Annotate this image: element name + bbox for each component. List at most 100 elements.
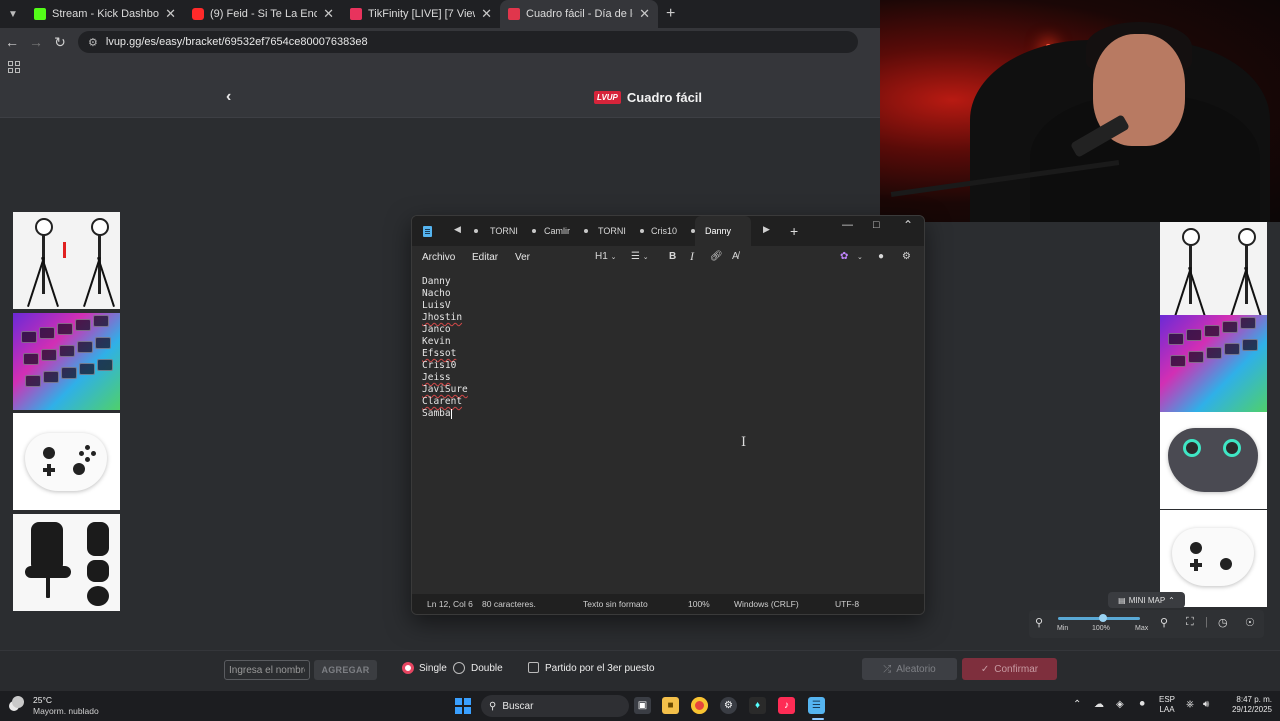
close-tab-icon[interactable]: ✕ [639,6,650,22]
zoom-slider-handle[interactable] [1099,614,1107,622]
status-format[interactable]: Texto sin formato [583,599,648,609]
heading-label: H1 [595,251,608,262]
link-icon[interactable]: 🔗︎ [710,251,723,262]
minimize-icon[interactable]: — [842,219,853,231]
bold-icon[interactable]: B [669,251,676,262]
key [23,353,39,365]
gear-icon[interactable]: ⚙ [902,251,911,262]
dpad [1194,559,1198,571]
chair-parts [87,560,109,582]
maximize-icon[interactable]: □ [873,219,880,231]
status-encoding[interactable]: UTF-8 [835,599,859,609]
participant-name-input[interactable] [224,660,310,680]
url-bar[interactable]: ⚙ lvup.gg/es/easy/bracket/69532ef7654ce8… [78,31,858,53]
key [93,315,109,327]
taskbar-search[interactable]: ⚲ Buscar [481,695,629,717]
random-button[interactable]: ⤮ Aleatorio [862,658,957,680]
zoom-value: 100% [1092,625,1110,632]
menu-edit[interactable]: Editar [472,252,498,263]
windows-start-icon[interactable] [455,698,471,714]
heading-dropdown[interactable]: H1 ⌄ [595,251,616,262]
status-zoom[interactable]: 100% [688,599,710,609]
language-indicator[interactable]: ESP LAA [1159,695,1175,715]
random-label: Aleatorio [896,663,936,675]
back-arrow-icon[interactable]: ← [0,34,24,50]
italic-icon[interactable]: I [690,249,694,264]
face-button [91,451,96,456]
single-radio[interactable] [402,662,414,674]
close-tab-icon[interactable]: ✕ [323,6,334,22]
system-clock[interactable]: 8:47 p. m. 29/12/2025 [1222,695,1272,715]
lvup-icon [508,8,520,20]
tiktok-icon[interactable]: ♪ [778,697,795,714]
webcam-feed [880,0,1280,222]
text-caret [450,408,452,419]
weather-temperature[interactable]: 25°C [33,695,52,705]
zoom-control: ⚲ Min 100% Max ⚲ ⛶ | ◷ ☉ [1029,610,1264,638]
task-view-icon[interactable]: ▣ [634,697,651,714]
microphone-icon[interactable]: ⚫ [1138,699,1146,710]
app-icon[interactable]: ⚙ [720,697,737,714]
text-line: Jhostin [422,312,463,323]
chevron-left-icon[interactable]: ‹ [226,88,231,106]
close-icon[interactable]: ⌃ [903,218,913,232]
notepad-text-area[interactable]: Danny Nacho LuisV Jhostin Janco Kevin Ef… [412,270,924,594]
reset-view-icon[interactable]: ◷ [1218,616,1228,629]
reload-icon[interactable]: ↻ [48,34,72,51]
site-info-icon[interactable]: ⚙ [88,36,98,49]
volume-icon[interactable]: 🔊︎ [1203,699,1209,710]
forward-arrow-icon[interactable]: → [24,34,48,50]
network-icon[interactable]: ⎈ [1186,699,1194,710]
browser-tab-lvup[interactable]: Cuadro fácil - Día de los inocentes ✕ [500,0,658,28]
confirm-button[interactable]: ✓ Confirmar [962,658,1057,680]
new-tab-icon[interactable]: + [658,5,675,23]
weather-description[interactable]: Mayorm. nublado [33,706,99,716]
clear-formatting-icon[interactable]: A̸ [732,251,739,262]
double-radio[interactable] [453,662,465,674]
zoom-out-icon[interactable]: ⚲ [1035,616,1043,629]
chevron-down-icon[interactable]: ⌄ [857,253,863,261]
file-explorer-icon[interactable]: ■ [662,697,679,714]
cloudy-weather-icon[interactable] [12,696,24,708]
zoom-in-icon[interactable]: ⚲ [1160,616,1168,629]
promo-controller-rgb [1160,412,1267,509]
close-tab-icon[interactable]: ✕ [165,6,176,22]
add-participant-button[interactable]: AGREGAR [314,660,377,680]
chair-back [31,522,63,572]
browser-tab-youtube[interactable]: (9) Feid - Si Te La Encuentras Po ✕ [184,0,342,28]
tab-scroll-left-icon[interactable]: ◀ [454,224,461,235]
single-label[interactable]: Single [419,663,447,674]
double-label[interactable]: Double [471,663,503,674]
chair-base [46,576,50,598]
chevron-up-icon[interactable]: ⌃ [1073,699,1081,710]
status-char-count: 80 caracteres. [482,599,536,609]
notepad-taskbar-icon[interactable]: ☰ [808,697,825,714]
fullscreen-icon[interactable]: ⛶ [1186,616,1194,629]
list-dropdown[interactable]: ☰ ⌄ [631,251,649,262]
status-line-ending[interactable]: Windows (CRLF) [734,599,799,609]
notepad-tab-active[interactable]: Danny [695,216,751,246]
text-line: Jeiss [422,372,451,383]
copilot-icon[interactable]: ✿ [840,251,848,262]
windows-taskbar: 25°C Mayorm. nublado ⚲ Buscar ▣ ■ ⚙ ♦ ♪ … [0,690,1280,721]
third-place-checkbox[interactable] [528,662,539,673]
tab-scroll-right-icon[interactable]: ▶ [763,224,770,235]
apps-grid-icon[interactable] [8,61,20,73]
security-icon[interactable]: ◈ [1116,699,1124,710]
chevron-down-icon: ⌄ [642,254,649,261]
new-tab-icon[interactable]: + [790,223,798,239]
tab-search-chevron-icon[interactable]: ▼ [0,0,26,28]
browser-tab-tikfinity[interactable]: TikFinity [LIVE] [7 Viewers] ✕ [342,0,500,28]
onedrive-icon[interactable]: ☁ [1094,699,1104,710]
account-avatar-icon[interactable]: ● [878,251,884,262]
menu-view[interactable]: Ver [515,252,530,263]
chair-back-view [87,522,109,556]
chrome-icon[interactable] [691,697,708,714]
close-tab-icon[interactable]: ✕ [481,6,492,22]
minimap-toggle[interactable]: ▤ MINI MAP ⌃ [1108,592,1185,608]
browser-tab-kick[interactable]: Stream - Kick Dashboard ✕ [26,0,184,28]
menu-file[interactable]: Archivo [422,252,455,263]
game-app-icon[interactable]: ♦ [749,697,766,714]
share-icon[interactable]: ☉ [1245,616,1255,629]
third-place-label[interactable]: Partido por el 3er puesto [545,663,655,674]
